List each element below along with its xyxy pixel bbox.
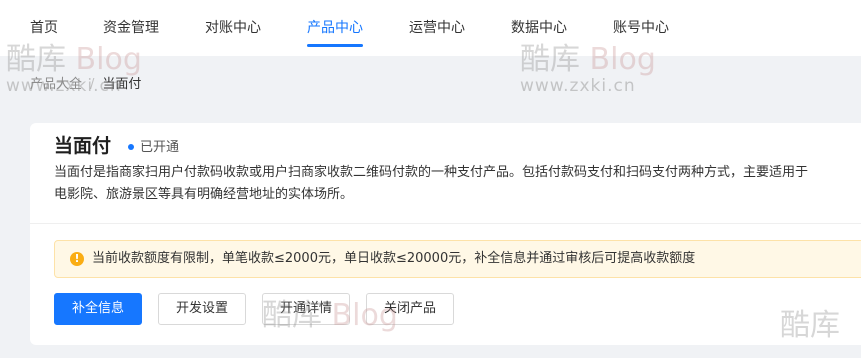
complete-info-button[interactable]: 补全信息 <box>54 293 142 325</box>
description-line-2: 电影院、旅游景区等具有明确经营地址的实体场所。 <box>54 187 354 202</box>
nav-item-account[interactable]: 账号中心 <box>613 0 669 56</box>
close-product-button[interactable]: 关闭产品 <box>366 293 454 325</box>
nav-item-home[interactable]: 首页 <box>30 0 58 56</box>
activation-details-button[interactable]: 开通详情 <box>262 293 350 325</box>
dev-settings-button[interactable]: 开发设置 <box>158 293 246 325</box>
breadcrumb: 产品大全 / 当面付 <box>30 73 141 92</box>
product-description: 当面付是指商家扫用户付款码收款或用户扫商家收款二维码付款的一种支付产品。包括付款… <box>54 162 861 206</box>
status-dot-icon <box>128 143 134 150</box>
nav-item-reconciliation[interactable]: 对账中心 <box>205 0 261 56</box>
description-line-1: 当面付是指商家扫用户付款码收款或用户扫商家收款二维码付款的一种支付产品。包括付款… <box>54 165 809 180</box>
status-text: 已开通 <box>140 140 180 155</box>
nav-item-funds[interactable]: 资金管理 <box>103 0 159 56</box>
nav-item-data[interactable]: 数据中心 <box>511 0 567 56</box>
divider <box>30 223 861 224</box>
nav-item-products[interactable]: 产品中心 <box>307 0 363 56</box>
breadcrumb-current: 当面付 <box>102 77 142 92</box>
top-nav: 首页 资金管理 对账中心 产品中心 运营中心 数据中心 账号中心 <box>0 0 861 56</box>
product-card: 当面付 已开通 当面付是指商家扫用户付款码收款或用户扫商家收款二维码付款的一种支… <box>30 123 861 345</box>
page-title: 当面付 <box>54 135 112 157</box>
nav-item-operations[interactable]: 运营中心 <box>409 0 465 56</box>
alert-text: 当前收款额度有限制，单笔收款≤2000元，单日收款≤20000元，补全信息并通过… <box>92 251 696 266</box>
breadcrumb-separator: / <box>90 77 95 92</box>
limit-alert: ! 当前收款额度有限制，单笔收款≤2000元，单日收款≤20000元，补全信息并… <box>54 240 861 278</box>
warning-icon: ! <box>70 252 84 266</box>
status-badge: 已开通 <box>128 136 179 155</box>
active-tab-indicator <box>307 44 363 47</box>
breadcrumb-parent[interactable]: 产品大全 <box>30 77 82 92</box>
